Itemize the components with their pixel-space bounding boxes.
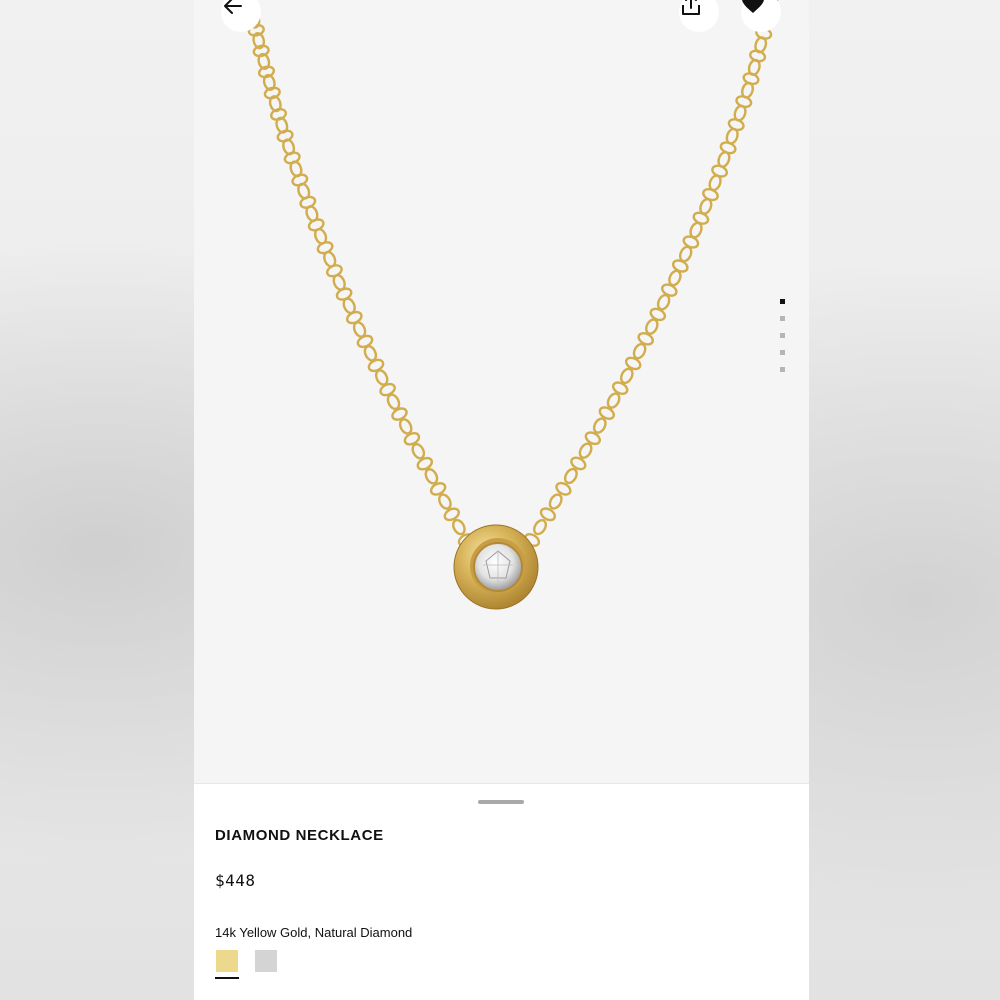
product-screen: DIAMOND NECKLACE $448 14k Yellow Gold, N… [194, 0, 809, 1000]
sheet-drag-handle[interactable] [478, 800, 524, 804]
chain-link [548, 493, 563, 510]
chain-link [563, 467, 578, 485]
gallery-dot[interactable] [780, 299, 785, 304]
chain-link [438, 493, 452, 510]
product-material: 14k Yellow Gold, Natural Diamond [215, 925, 413, 940]
product-title: DIAMOND NECKLACE [215, 827, 384, 844]
chain-left [247, 11, 475, 547]
share-icon [682, 0, 700, 15]
chain-link [578, 442, 593, 459]
gallery-pagination [780, 299, 788, 384]
gallery-dot[interactable] [780, 333, 785, 338]
swatch-yellow-gold[interactable] [216, 950, 238, 972]
gallery-dot[interactable] [780, 350, 785, 355]
swatch-white-gold[interactable] [255, 950, 277, 972]
product-price: $448 [215, 871, 256, 890]
pendant [453, 524, 539, 610]
gallery-dot[interactable] [780, 316, 785, 321]
chain-link [452, 518, 466, 536]
heart-icon [742, 0, 764, 13]
necklace-photo [247, 0, 779, 610]
chain-link [532, 519, 548, 536]
chain-link [592, 417, 607, 434]
product-image[interactable] [194, 0, 809, 783]
selected-swatch-indicator [215, 977, 239, 979]
product-details-sheet: DIAMOND NECKLACE $448 14k Yellow Gold, N… [194, 783, 809, 1000]
gallery-dot[interactable] [780, 367, 785, 372]
chain-right [523, 0, 779, 548]
chain-link [424, 468, 439, 485]
arrow-left-icon [224, 0, 242, 14]
